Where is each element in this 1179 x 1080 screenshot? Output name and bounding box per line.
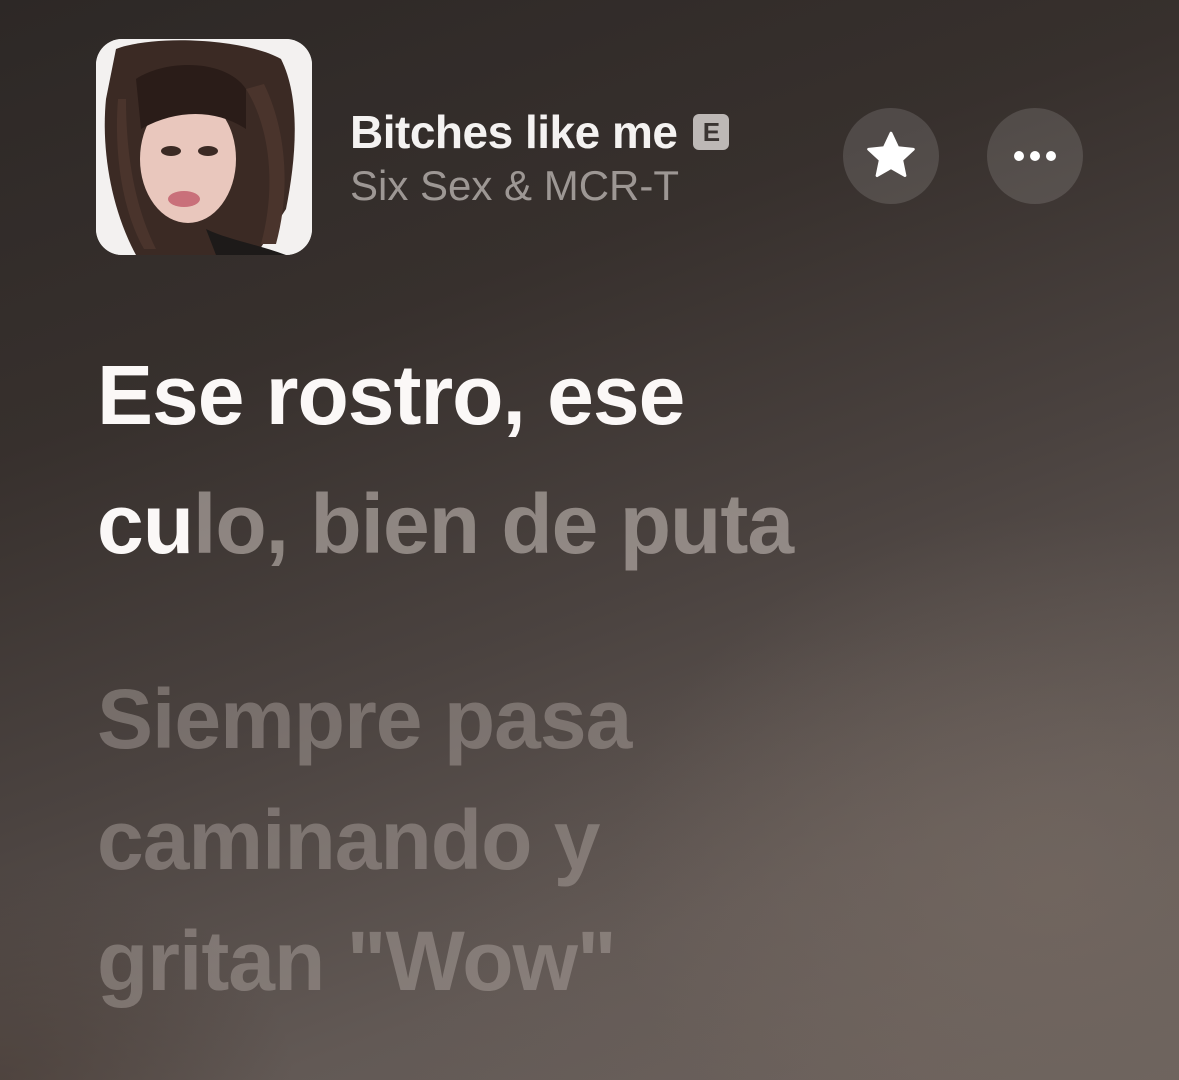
current-lyric-line-1[interactable]: Ese rostro, ese bbox=[97, 331, 685, 460]
star-icon bbox=[867, 131, 915, 177]
song-title[interactable]: Bitches like me bbox=[350, 105, 678, 159]
explicit-badge: E bbox=[693, 114, 730, 150]
next-lyric-line-1[interactable]: Siempre pasa bbox=[97, 655, 632, 784]
lyric-unsung-text: lo, bien de puta bbox=[193, 477, 794, 571]
lyric-sung-text: Ese rostro, ese bbox=[97, 348, 685, 442]
artist-name[interactable]: Six Sex & MCR-T bbox=[350, 162, 679, 210]
favorite-button[interactable] bbox=[843, 108, 939, 204]
album-artwork-image bbox=[96, 39, 312, 255]
ellipsis-icon bbox=[1014, 151, 1056, 161]
lyric-sung-text: cu bbox=[97, 477, 194, 571]
next-lyric-line-2[interactable]: caminando y bbox=[97, 776, 600, 905]
current-lyric-line-2[interactable]: culo, bien de puta bbox=[97, 460, 794, 589]
track-title-row: Bitches like me E bbox=[350, 104, 730, 160]
more-options-button[interactable] bbox=[987, 108, 1083, 204]
next-lyric-line-3[interactable]: gritan "Wow" bbox=[97, 897, 617, 1026]
album-artwork[interactable] bbox=[96, 39, 312, 255]
